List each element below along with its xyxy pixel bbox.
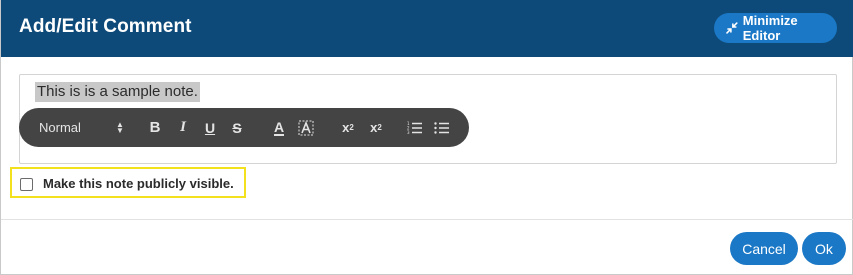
public-visibility-checkbox[interactable] xyxy=(20,178,33,191)
subscript-icon[interactable]: x2 xyxy=(337,108,359,147)
public-visibility-label[interactable]: Make this note publicly visible. xyxy=(43,176,234,191)
bullet-list-glyph xyxy=(434,121,449,134)
minimize-editor-button[interactable]: Minimize Editor xyxy=(714,13,837,43)
font-color-icon[interactable]: A xyxy=(270,108,288,147)
ok-button[interactable]: Ok xyxy=(802,232,846,265)
formatting-toolbar: Normal ▲ ▼ B I U S A x2 x2 1 2 3 xyxy=(19,108,469,147)
minimize-editor-label: Minimize Editor xyxy=(742,13,798,43)
dialog-header: Add/Edit Comment Minimize Editor xyxy=(1,0,853,57)
subscript-mark: 2 xyxy=(349,123,354,132)
public-visibility-highlight: Make this note publicly visible. xyxy=(10,167,246,198)
superscript-icon[interactable]: x2 xyxy=(365,108,387,147)
font-color-label: A xyxy=(273,118,285,136)
underline-icon[interactable]: U xyxy=(202,108,218,147)
cancel-button[interactable]: Cancel xyxy=(730,232,798,265)
bullet-list-icon[interactable] xyxy=(433,108,451,147)
background-color-icon[interactable] xyxy=(297,108,315,147)
superscript-base: x xyxy=(370,120,378,135)
svg-text:3: 3 xyxy=(407,130,410,135)
strikethrough-icon[interactable]: S xyxy=(229,108,245,147)
ordered-list-glyph: 1 2 3 xyxy=(407,121,422,135)
format-select-arrows-icon[interactable]: ▲ ▼ xyxy=(114,108,126,147)
background-color-glyph xyxy=(298,120,314,135)
subscript-base: x xyxy=(342,120,350,135)
add-edit-comment-dialog: Add/Edit Comment Minimize Editor This is… xyxy=(0,0,853,275)
ordered-list-icon[interactable]: 1 2 3 xyxy=(406,108,424,147)
minimize-icon xyxy=(726,22,738,34)
format-select[interactable]: Normal xyxy=(39,108,81,147)
italic-icon[interactable]: I xyxy=(175,108,191,147)
dialog-title: Add/Edit Comment xyxy=(19,16,192,37)
footer-divider xyxy=(1,219,853,220)
superscript-mark: 2 xyxy=(377,123,382,132)
bold-icon[interactable]: B xyxy=(147,108,163,147)
editor-content[interactable]: This is is a sample note. xyxy=(35,82,200,102)
